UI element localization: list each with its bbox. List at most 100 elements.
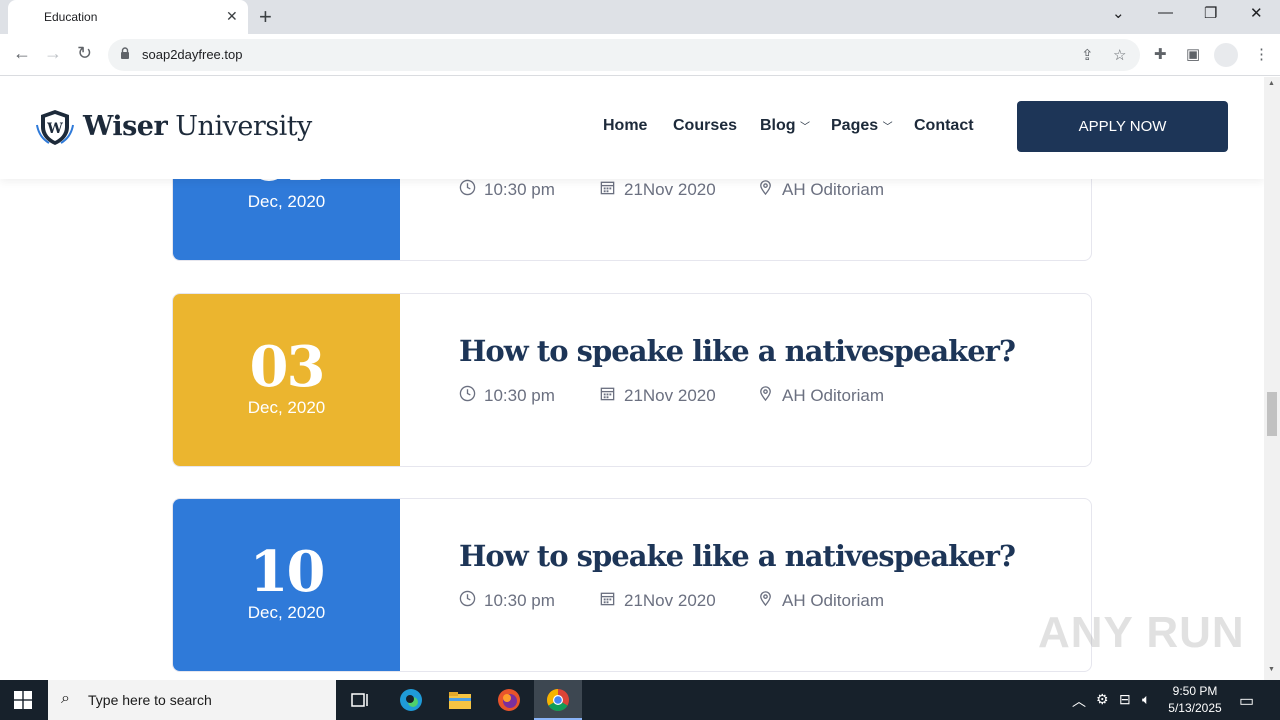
close-tab-icon[interactable]: ✕ xyxy=(226,8,238,25)
profile-avatar-icon[interactable] xyxy=(1214,43,1238,67)
nav-blog[interactable]: Blog ﹀ xyxy=(760,117,810,135)
address-bar[interactable]: soap2dayfree.top ⇪ ☆ xyxy=(108,39,1140,71)
calendar-icon xyxy=(599,590,616,612)
event-title[interactable]: How to speake like a nativespeaker? xyxy=(459,334,1016,368)
url-text: soap2dayfree.top xyxy=(142,47,243,62)
menu-kebab-icon[interactable]: ⋮ xyxy=(1254,45,1269,63)
event-day: 10 xyxy=(249,539,326,605)
clock-icon xyxy=(459,385,476,407)
event-time-text: 10:30 pm xyxy=(484,180,555,199)
tab-search-icon[interactable]: ⌄ xyxy=(1112,4,1125,22)
event-location-text: AH Oditoriam xyxy=(782,386,885,405)
reload-icon[interactable]: ↻ xyxy=(77,43,92,64)
search-icon: ⌕ xyxy=(61,690,70,707)
location-pin-icon xyxy=(757,385,774,407)
tray-app-icon[interactable]: ⚙ xyxy=(1096,691,1109,708)
lock-icon xyxy=(121,47,129,59)
volume-icon[interactable]: 🔈︎ xyxy=(1142,691,1150,708)
svg-text:W: W xyxy=(46,121,63,137)
site-header: W Wiser University Home Courses Blog ﹀ P… xyxy=(0,77,1264,179)
share-icon[interactable]: ⇪ xyxy=(1081,46,1094,64)
nav-pages[interactable]: Pages ﹀ xyxy=(831,117,893,135)
chevron-down-icon: ﹀ xyxy=(882,122,893,133)
scroll-up-arrow-icon[interactable]: ▲ xyxy=(1268,80,1275,87)
network-icon[interactable]: ⊟ xyxy=(1119,691,1131,708)
logo-rest-text: University xyxy=(167,111,312,142)
location-pin-icon xyxy=(757,179,774,201)
event-date-box: 10 Dec, 2020 xyxy=(173,499,400,671)
event-location: AH Oditoriam xyxy=(757,385,884,407)
event-time-text: 10:30 pm xyxy=(484,386,555,405)
logo-bold-text: Wiser xyxy=(83,111,168,142)
event-month: Dec, 2020 xyxy=(247,192,326,211)
browser-tab-bar: Education ✕ + ⌄ — ❐ ✕ xyxy=(0,0,1280,34)
tray-overflow-chevron-icon[interactable]: ︿ xyxy=(1072,691,1086,711)
chevron-down-icon: ﹀ xyxy=(800,122,810,133)
nav-courses[interactable]: Courses xyxy=(673,117,737,135)
event-location: AH Oditoriam xyxy=(757,590,884,612)
browser-tab[interactable]: Education ✕ xyxy=(8,0,248,34)
scroll-down-arrow-icon[interactable]: ▼ xyxy=(1268,666,1275,673)
nav-blog-label: Blog xyxy=(760,117,796,134)
event-date: 21Nov 2020 xyxy=(599,385,716,407)
event-location-text: AH Oditoriam xyxy=(782,180,885,199)
chrome-icon xyxy=(547,689,569,711)
notification-icon[interactable]: ▭ xyxy=(1239,691,1254,711)
edge-browser-icon[interactable] xyxy=(397,686,425,714)
file-explorer-icon[interactable] xyxy=(446,686,474,714)
event-date-text: 21Nov 2020 xyxy=(624,591,716,610)
event-title[interactable]: How to speake like a nativespeaker? xyxy=(459,539,1016,573)
firefox-icon[interactable] xyxy=(495,686,523,714)
event-date: 21Nov 2020 xyxy=(599,179,716,201)
event-card[interactable]: 03 Dec, 2020 How to speake like a nativesp… xyxy=(172,293,1092,467)
event-time: 10:30 pm xyxy=(459,179,555,201)
page-viewport: 02Dec, 2020How to speake like a nativesp… xyxy=(0,77,1264,680)
apply-now-button[interactable]: APPLY NOW xyxy=(1017,101,1228,152)
browser-toolbar: ← → ↻ soap2dayfree.top ⇪ ☆ ✚ ▣ ⋮ xyxy=(0,34,1280,76)
taskbar-search-placeholder: Type here to search xyxy=(88,692,212,708)
site-logo-text[interactable]: Wiser University xyxy=(83,111,312,142)
calendar-icon xyxy=(599,385,616,407)
university-shield-icon[interactable]: W xyxy=(35,107,75,147)
calendar-icon xyxy=(599,179,616,201)
event-time: 10:30 pm xyxy=(459,385,555,407)
windows-start-icon[interactable] xyxy=(14,691,32,709)
event-date-box: 03 Dec, 2020 xyxy=(173,294,400,466)
tab-title: Education xyxy=(44,10,98,24)
event-day: 03 xyxy=(249,334,326,400)
new-tab-button[interactable]: + xyxy=(259,4,272,30)
event-date-text: 21Nov 2020 xyxy=(624,386,716,405)
task-view-icon[interactable] xyxy=(346,686,374,714)
location-pin-icon xyxy=(757,590,774,612)
event-month: Dec, 2020 xyxy=(247,603,326,622)
bookmark-star-icon[interactable]: ☆ xyxy=(1113,46,1126,64)
clock-icon xyxy=(459,590,476,612)
event-time: 10:30 pm xyxy=(459,590,555,612)
event-card[interactable]: 10 Dec, 2020 How to speake like a nativesp… xyxy=(172,498,1092,672)
clock-icon xyxy=(459,179,476,201)
side-panel-icon[interactable]: ▣ xyxy=(1186,45,1200,63)
clock-time: 9:50 PM xyxy=(1172,684,1218,698)
nav-home[interactable]: Home xyxy=(603,117,647,135)
minimize-icon[interactable]: — xyxy=(1158,4,1173,21)
event-date: 21Nov 2020 xyxy=(599,590,716,612)
taskbar-clock[interactable]: 9:50 PM 5/13/2025 xyxy=(1160,683,1230,717)
event-time-text: 10:30 pm xyxy=(484,591,555,610)
back-icon[interactable]: ← xyxy=(13,43,31,64)
clock-date: 5/13/2025 xyxy=(1168,701,1222,715)
event-location: AH Oditoriam xyxy=(757,179,884,201)
event-location-text: AH Oditoriam xyxy=(782,591,885,610)
scroll-thumb[interactable] xyxy=(1267,392,1277,436)
event-date-text: 21Nov 2020 xyxy=(624,180,716,199)
close-window-icon[interactable]: ✕ xyxy=(1250,4,1263,22)
anyrun-watermark: ANY RUN xyxy=(1038,608,1245,657)
event-month: Dec, 2020 xyxy=(247,398,326,417)
nav-contact[interactable]: Contact xyxy=(914,117,974,135)
forward-icon[interactable]: → xyxy=(44,43,62,64)
extensions-icon[interactable]: ✚ xyxy=(1154,45,1167,63)
taskbar-search-box[interactable]: ⌕ Type here to search xyxy=(48,680,336,720)
restore-icon[interactable]: ❐ xyxy=(1204,4,1217,22)
page-scrollbar[interactable]: ▲ ▼ xyxy=(1264,77,1280,680)
chrome-taskbar-button[interactable] xyxy=(534,680,582,720)
nav-pages-label: Pages xyxy=(831,117,879,134)
